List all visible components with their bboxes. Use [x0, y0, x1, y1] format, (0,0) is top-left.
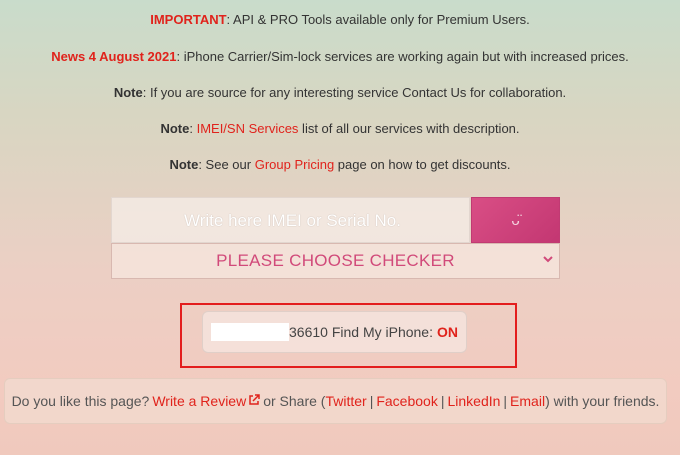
result-status: ON	[437, 324, 458, 340]
result-label: Find My iPhone:	[331, 324, 433, 340]
notice-text: list of all our services with descriptio…	[298, 121, 520, 136]
group-pricing-link[interactable]: Group Pricing	[255, 157, 334, 172]
imei-sn-services-link[interactable]: IMEI/SN Services	[197, 121, 299, 136]
redacted-imei	[211, 323, 289, 341]
notice-services: Note: IMEI/SN Services list of all our s…	[160, 121, 520, 136]
notice-label: Note	[169, 157, 199, 172]
imei-field-wrapper	[111, 197, 473, 244]
email-link[interactable]: Email	[510, 393, 545, 409]
notice-text: : iPhone Carrier/Sim-lock services are w…	[176, 49, 629, 64]
notice-label: IMPORTANT	[150, 12, 227, 27]
separator: |	[440, 393, 445, 409]
notice-contact: Note: If you are source for any interest…	[0, 85, 680, 100]
notice-label: Note	[160, 121, 190, 136]
notice-label: Note	[113, 85, 143, 100]
notice-pricing: Note: See our Group Pricing page on how …	[0, 157, 680, 172]
separator: |	[503, 393, 508, 409]
checker-selected-value: PLEASE CHOOSE CHECKER	[216, 251, 455, 270]
notice-important: IMPORTANT: API & PRO Tools available onl…	[0, 12, 680, 27]
share-suffix: ) with your friends.	[545, 393, 660, 409]
notice-label: News 4 August 2021	[51, 49, 177, 64]
notice-text: : API & PRO Tools available only for Pre…	[226, 12, 530, 27]
result-card: 36610 Find My iPhone: ON	[202, 311, 467, 353]
notice-news: News 4 August 2021: iPhone Carrier/Sim-l…	[0, 49, 680, 64]
share-prefix: Do you like this page?	[11, 393, 150, 409]
external-link-icon	[249, 394, 260, 405]
imei-suffix: 36610	[289, 324, 328, 340]
check-button[interactable]: ᴗ̈	[471, 197, 560, 243]
imei-input[interactable]	[112, 198, 473, 244]
or-share-text: or Share (	[263, 393, 326, 409]
linkedin-link[interactable]: LinkedIn	[447, 393, 500, 409]
notice-text: page on how to get discounts.	[334, 157, 511, 172]
smile-icon: ᴗ̈	[511, 211, 520, 229]
twitter-link[interactable]: Twitter	[325, 393, 366, 409]
notice-text: : If you are source for any interesting …	[142, 85, 567, 100]
checker-select[interactable]: PLEASE CHOOSE CHECKER	[111, 243, 560, 279]
separator: |	[369, 393, 374, 409]
share-bar: Do you like this page? Write a Review or…	[4, 378, 667, 424]
facebook-link[interactable]: Facebook	[376, 393, 437, 409]
chevron-down-icon	[543, 256, 553, 263]
write-review-link[interactable]: Write a Review	[152, 393, 260, 409]
notice-pre: : See our	[198, 157, 255, 172]
